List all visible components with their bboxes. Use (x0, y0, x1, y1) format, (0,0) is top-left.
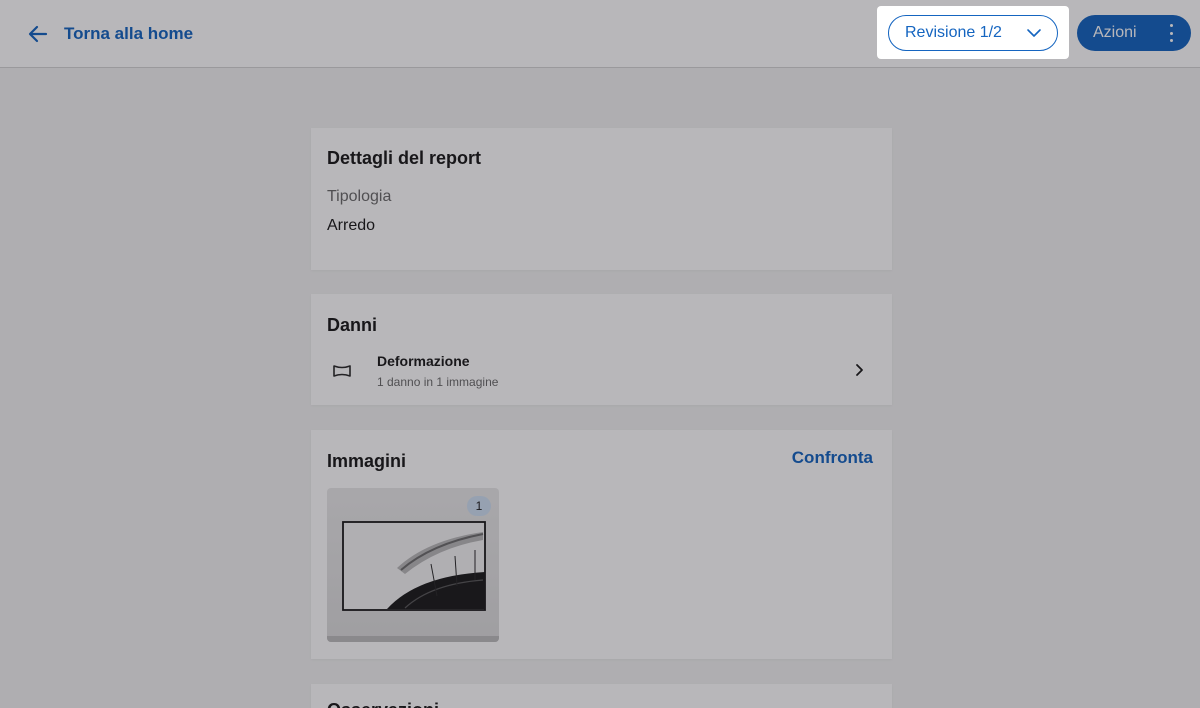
compare-link[interactable]: Confronta (792, 448, 873, 468)
deformation-icon (333, 365, 351, 377)
chevron-down-icon (1027, 28, 1041, 37)
notes-title: Osservazioni (327, 700, 439, 708)
report-details-title: Dettagli del report (327, 148, 482, 168)
type-label: Tipologia (327, 188, 392, 205)
actions-button-label: Azioni (1093, 24, 1137, 41)
revision-dropdown[interactable]: Revisione 1/2 (888, 14, 1058, 51)
more-vertical-icon (1169, 24, 1173, 42)
images-title: Immagini (327, 451, 407, 471)
back-link-label: Torna alla home (64, 24, 194, 43)
damage-name: Deformazione (377, 353, 470, 369)
report-details-card: Dettagli del report Tipologia Arredo (311, 128, 892, 270)
revision-selector-highlight: Revisione 1/2 (877, 6, 1069, 59)
actions-button[interactable]: Azioni (1077, 15, 1191, 51)
chevron-right-icon (856, 364, 863, 376)
damages-card: Danni Deformazione 1 danno in 1 immagine (311, 294, 892, 405)
revision-dropdown-label: Revisione 1/2 (905, 23, 1002, 41)
damage-count: 1 danno in 1 immagine (377, 375, 499, 389)
image-thumbnail[interactable]: 1 (327, 488, 499, 642)
back-to-home-link[interactable]: Torna alla home (26, 20, 193, 48)
image-count-badge: 1 (467, 496, 491, 516)
damage-item-deformation[interactable]: Deformazione 1 danno in 1 immagine (311, 346, 892, 394)
damages-title: Danni (327, 315, 378, 335)
notes-card: Osservazioni (311, 684, 892, 708)
images-card: Immagini Confronta 1 (311, 430, 892, 659)
arrow-left-icon (28, 25, 48, 43)
type-value: Arredo (327, 217, 376, 234)
